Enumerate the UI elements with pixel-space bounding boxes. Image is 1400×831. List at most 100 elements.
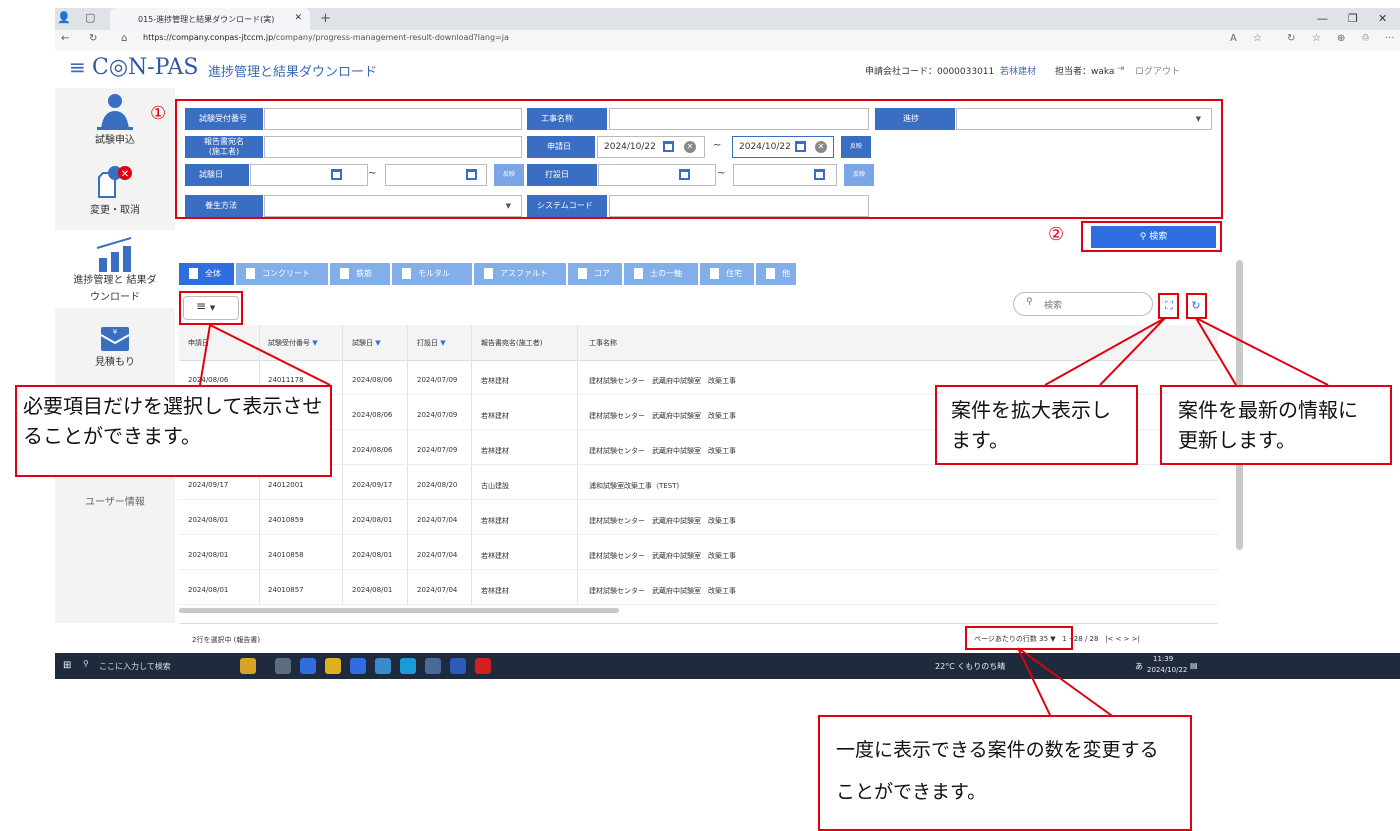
taskbar-search[interactable]: ⚲ ここに入力して検索 <box>75 653 225 679</box>
grid-search-placeholder: 検索 <box>1044 301 1063 311</box>
favorite-icon[interactable]: ☆ <box>1253 33 1262 44</box>
logo: C◎N-PAS <box>92 55 199 80</box>
sidebar-item-change[interactable]: ✕ 変更・取消 <box>55 163 175 223</box>
home-icon[interactable]: ⌂ <box>121 33 127 44</box>
clock-date[interactable]: 2024/10/22 <box>1147 666 1187 674</box>
table-cell: 建材試験センター 武蔵府中試験室 改築工事 <box>589 412 736 420</box>
edge-icon[interactable] <box>400 658 416 674</box>
clock-time[interactable]: 11:39 <box>1153 655 1173 663</box>
url-field[interactable]: https://company.conpas-jtccm.jp/company/… <box>143 33 509 42</box>
reload-icon[interactable]: ↻ <box>89 33 97 44</box>
back-icon[interactable]: ← <box>61 33 69 44</box>
close-window-icon[interactable]: ✕ <box>1378 12 1387 25</box>
tab-actions-icon[interactable]: ▢ <box>85 11 95 24</box>
column-header[interactable]: 工事名称 <box>589 338 617 348</box>
tab-mortar[interactable]: モルタル <box>392 263 472 285</box>
table-cell: 建材試験センター 武蔵府中試験室 改築工事 <box>589 377 736 385</box>
table-cell: 2024/08/01 <box>188 586 229 594</box>
tab-label: コア <box>594 269 610 278</box>
calendar-app-icon[interactable] <box>300 658 316 674</box>
restore-icon[interactable]: ❐ <box>1348 12 1358 25</box>
column-header[interactable]: 申請日 <box>188 338 209 348</box>
logout-link[interactable]: ログアウト <box>1135 64 1180 77</box>
table-cell: 若林建材 <box>481 517 509 525</box>
table-cell: 2024/07/04 <box>417 551 458 559</box>
table-cell: 建材試験センター 武蔵府中試験室 改築工事 <box>589 517 736 525</box>
tab-other[interactable]: 他 <box>756 263 796 285</box>
table-row[interactable]: 2024/08/01 24010859 2024/08/01 2024/07/04 若林… <box>179 501 1218 535</box>
word-icon[interactable] <box>450 658 466 674</box>
browser-tab-bar: 👤 ▢ 015-進捗管理と結果ダウンロード(実) ✕ + — ❐ ✕ <box>55 8 1400 30</box>
favorites-icon[interactable]: ☆ <box>1312 33 1321 44</box>
extensions-icon[interactable]: ♲ <box>1361 33 1370 44</box>
read-aloud-icon[interactable]: A <box>1230 33 1237 44</box>
table-cell: 2024/07/09 <box>417 446 458 454</box>
tab-close-icon[interactable]: ✕ <box>294 13 302 23</box>
column-header[interactable]: 報告書宛名(施工者) <box>481 338 542 348</box>
table-row[interactable]: 2024/08/01 24010858 2024/08/01 2024/07/04 若林… <box>179 536 1218 570</box>
pager-buttons[interactable]: |< < > >| <box>1105 635 1140 643</box>
sidebar: 試験申込 ✕ 変更・取消 進捗管理と 結果ダ ウンロード ¥ 見積もり ユーザー… <box>55 88 175 623</box>
table-cell: 古山建設 <box>481 482 509 490</box>
tab-housing[interactable]: 住宅 <box>700 263 754 285</box>
browser-tab[interactable]: 015-進捗管理と結果ダウンロード(実) ✕ <box>110 8 310 30</box>
minimize-icon[interactable]: — <box>1317 12 1328 25</box>
sort-icon[interactable]: ▼ <box>375 339 380 347</box>
app-icon[interactable] <box>425 658 441 674</box>
pdf-icon[interactable] <box>475 658 491 674</box>
file-explorer-icon[interactable] <box>240 658 256 674</box>
folder-icon[interactable] <box>325 658 341 674</box>
horizontal-scrollbar[interactable] <box>179 608 619 613</box>
taskbar-search-placeholder: ここに入力して検索 <box>99 662 171 671</box>
tab-core[interactable]: コア <box>568 263 622 285</box>
document-icon <box>484 268 493 279</box>
document-icon <box>402 268 411 279</box>
svg-text:¥: ¥ <box>113 328 118 336</box>
sidebar-item-user[interactable]: ユーザー情報 <box>55 493 175 513</box>
mail-icon[interactable] <box>350 658 366 674</box>
column-header[interactable]: 試験日 ▼ <box>352 338 381 348</box>
tab-label: 住宅 <box>726 269 742 278</box>
profile-icon[interactable]: 👤 <box>57 11 71 24</box>
refresh-browser-icon[interactable]: ↻ <box>1287 33 1295 44</box>
table-cell: 建材試験センター 武蔵府中試験室 改築工事 <box>589 552 736 560</box>
grid-search-input[interactable]: ⚲ 検索 <box>1013 292 1153 316</box>
tab-label: コンクリート <box>262 269 310 278</box>
ime-indicator[interactable]: あ <box>1135 661 1143 672</box>
table-cell: 2024/08/01 <box>188 551 229 559</box>
column-header[interactable]: 試験受付番号 ▼ <box>268 338 318 348</box>
app-icon[interactable] <box>375 658 391 674</box>
tab-rebar[interactable]: 鉄筋 <box>330 263 390 285</box>
column-header[interactable]: 打設日 ▼ <box>417 338 446 348</box>
weather[interactable]: 22°C くもりのち晴 <box>935 661 1005 672</box>
tab-title: 015-進捗管理と結果ダウンロード(実) <box>138 15 275 24</box>
table-cell: 2024/08/06 <box>352 411 393 419</box>
collections-icon[interactable]: ⊕ <box>1337 33 1345 44</box>
new-tab-icon[interactable]: + <box>320 11 331 26</box>
sort-icon[interactable]: ▼ <box>440 339 445 347</box>
task-view-icon[interactable] <box>275 658 291 674</box>
more-icon[interactable]: ··· <box>1385 33 1395 44</box>
notification-icon[interactable]: ▤ <box>1190 661 1198 670</box>
sort-icon[interactable]: ▼ <box>312 339 317 347</box>
sidebar-item-estimate[interactable]: ¥ 見積もり <box>55 323 175 373</box>
table-cell: 建材試験センター 武蔵府中試験室 改築工事 <box>589 587 736 595</box>
url-host: https://company.conpas-jtccm.jp <box>143 33 274 42</box>
tab-asphalt[interactable]: アスファルト <box>474 263 566 285</box>
document-icon <box>710 268 719 279</box>
tab-all[interactable]: 全体 <box>179 263 234 285</box>
hamburger-menu-icon[interactable]: ≡ <box>69 55 86 79</box>
table-row[interactable]: 2024/09/17 24012001 2024/09/17 2024/08/20 古山… <box>179 466 1218 500</box>
tab-concrete[interactable]: コンクリート <box>236 263 328 285</box>
table-row[interactable]: 2024/08/01 24010857 2024/08/01 2024/07/04 若林… <box>179 571 1218 605</box>
windows-start-icon[interactable]: ⊞ <box>63 660 71 671</box>
table-cell: 24012001 <box>268 481 304 489</box>
tab-label: 全体 <box>205 269 221 278</box>
table-cell: 若林建材 <box>481 552 509 560</box>
envelope-yen-icon: ¥ <box>100 327 130 351</box>
table-cell: 2024/08/01 <box>188 516 229 524</box>
logout-icon[interactable]: ⇥ <box>1117 64 1125 74</box>
sidebar-item-progress[interactable]: 進捗管理と 結果ダ ウンロード <box>55 230 175 308</box>
tab-soil[interactable]: 土の一軸 <box>624 263 698 285</box>
taskbar: ⊞ ⚲ ここに入力して検索 22°C くもりのち晴 あ 11:39 2024/1… <box>55 653 1400 679</box>
